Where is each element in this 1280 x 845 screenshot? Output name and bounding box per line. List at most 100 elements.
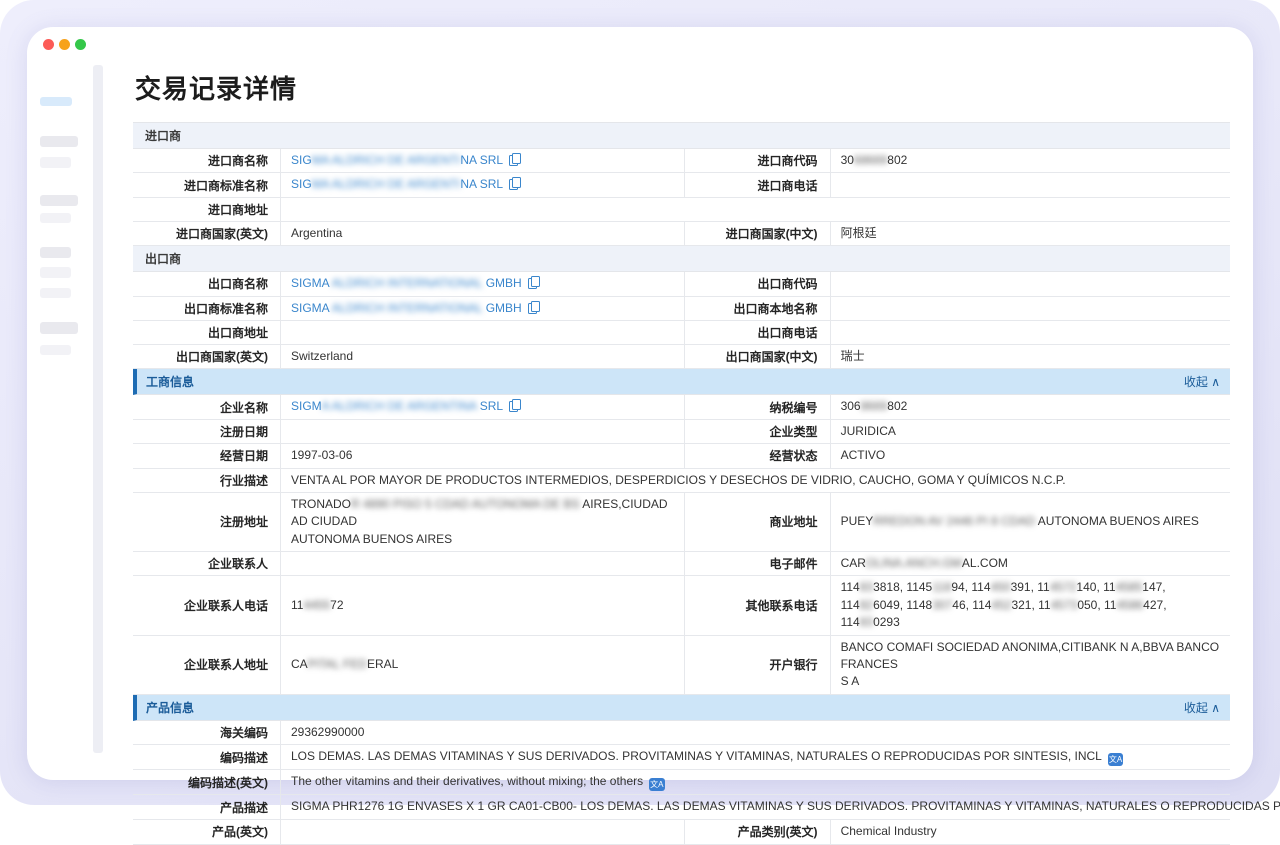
text-segment: Argentina [291, 226, 342, 240]
text-segment: The other vitamins and their derivatives… [291, 774, 643, 788]
text-segment: AUTONOMA BUENOS AIRES [1035, 514, 1199, 528]
table-row: 经营日期1997-03-06经营状态ACTIVO [133, 444, 1230, 468]
section-header-product: 产品信息收起 ∧ [133, 695, 1230, 721]
text-segment: LOS DEMAS. LAS DEMAS VITAMINAS Y SUS DER… [291, 749, 1102, 763]
redacted-text: ALDRICH INTERNATIONAL [329, 301, 486, 315]
sidebar-skeleton-bar [40, 288, 71, 298]
redacted-text: 4586 [1116, 598, 1143, 612]
field-value: SIGMA ALDRICH DE ARGENTINA SRL [280, 149, 684, 172]
company-link[interactable]: SIGMA ALDRICH INTERNATIONAL GMBH [291, 275, 540, 292]
redacted-text: ALDRICH INTERNATIONAL [329, 276, 486, 290]
field-label: 产品描述 [133, 795, 280, 819]
text-segment: 30 [841, 153, 854, 167]
field-label: 海关编码 [133, 721, 280, 744]
collapse-button-product[interactable]: 收起 ∧ [1184, 699, 1220, 716]
text-segment: 140, 11 [1076, 580, 1115, 594]
table-row: 产品(英文)产品类别(英文)Chemical Industry [133, 820, 1230, 844]
table-row: 出口商名称SIGMA ALDRICH INTERNATIONAL GMBH出口商… [133, 272, 1230, 296]
copy-icon[interactable] [528, 301, 540, 314]
redacted-text: 83 [860, 580, 873, 594]
table-row: 注册日期 企业类型 JURIDICA [133, 420, 1230, 444]
sidebar-skeleton-bar [40, 136, 78, 147]
text-segment: 147, [1142, 580, 1165, 594]
text-segment: 802 [887, 399, 907, 413]
copy-icon[interactable] [509, 177, 521, 190]
table-row: 企业联系人地址CAPITAL FEDERAL开户银行BANCO COMAFI S… [133, 636, 1230, 695]
field-value [830, 297, 1230, 320]
field-label: 经营日期 [133, 444, 280, 467]
text-segment: AUTONOMA BUENOS AIRES [291, 532, 452, 546]
text-segment: 6049, 1148 [873, 598, 932, 612]
text-segment: TRONADO [291, 497, 351, 511]
text-segment: SIGMA [291, 301, 329, 315]
translate-icon[interactable]: 文A [649, 778, 664, 791]
sidebar [27, 27, 93, 780]
field-value: BANCO COMAFI SOCIEDAD ANONIMA,CITIBANK N… [830, 636, 1230, 694]
table-row: 编码描述 LOS DEMAS. LAS DEMAS VITAMINAS Y SUS… [133, 745, 1230, 770]
field-label: 产品类别(英文) [684, 820, 830, 843]
section-title: 工商信息 [146, 373, 194, 390]
text-segment: 391, 11 [1011, 580, 1050, 594]
text-segment: 427, [1143, 598, 1166, 612]
text-segment: Chemical Industry [841, 824, 937, 838]
table-row: 进口商标准名称SIGMA ALDRICH DE ARGENTINA SRL进口商… [133, 173, 1230, 197]
table-row: 出口商地址出口商电话 [133, 321, 1230, 345]
collapse-button-business[interactable]: 收起 ∧ [1184, 373, 1220, 390]
field-label: 企业类型 [684, 420, 830, 443]
copy-icon[interactable] [509, 399, 521, 412]
sidebar-divider [93, 65, 103, 753]
text-segment: 050, 11 [1077, 598, 1116, 612]
table-row: 行业描述VENTA AL POR MAYOR DE PRODUCTOS INTE… [133, 469, 1230, 493]
field-value: 3068669802 [830, 149, 1230, 172]
company-link[interactable]: SIGMA ALDRICH INTERNATIONAL GMBH [291, 300, 540, 317]
text-segment: ACTIVO [841, 448, 886, 462]
copy-icon[interactable] [528, 276, 540, 289]
text-segment: 321, 11 [1011, 598, 1050, 612]
redacted-text: 83 [860, 615, 873, 629]
sidebar-skeleton-bar [40, 97, 72, 106]
text-segment: SIG [291, 177, 312, 191]
field-value: 11445572 [280, 576, 684, 634]
field-label: 企业联系人地址 [133, 636, 280, 694]
field-value: PUEYRREDON AV 2446 PI 8 CDAD AUTONOMA BU… [830, 493, 1230, 551]
sidebar-skeleton-bar [40, 345, 71, 355]
copy-icon[interactable] [509, 153, 521, 166]
text-segment: JURIDICA [841, 424, 896, 438]
text-segment: 46, 114 [952, 598, 991, 612]
translate-icon[interactable]: 文A [1108, 753, 1123, 766]
redacted-text: 118 [932, 580, 951, 594]
section-title: 出口商 [145, 250, 181, 267]
company-link[interactable]: SIGMA ALDRICH DE ARGENTINA SRL [291, 398, 521, 415]
field-label: 进口商国家(英文) [133, 222, 280, 245]
field-label: 出口商电话 [684, 321, 830, 344]
field-label: 其他联系电话 [684, 576, 830, 634]
field-value: SIGMA ALDRICH DE ARGENTINA SRL [280, 395, 684, 418]
field-label: 注册日期 [133, 420, 280, 443]
field-label: 进口商代码 [684, 149, 830, 172]
field-label: 纳税编号 [684, 395, 830, 418]
field-label: 出口商名称 [133, 272, 280, 295]
text-segment: 802 [887, 153, 907, 167]
text-segment: 114 [841, 598, 860, 612]
field-value: 114833818, 114511894, 114450391, 1145721… [830, 576, 1230, 634]
text-segment: 306 [841, 399, 861, 413]
company-link[interactable]: SIGMA ALDRICH DE ARGENTINA SRL [291, 176, 521, 193]
text-segment: SIG [291, 153, 312, 167]
table-row: 编码描述(英文)The other vitamins and their der… [133, 770, 1230, 795]
redacted-text: MA ALDRICH DE ARGENTI [312, 177, 461, 191]
field-value [280, 420, 684, 443]
table-row: 企业联系人电子邮件CAROLINA.ANCH.GMAL.COM [133, 552, 1230, 576]
company-link[interactable]: SIGMA ALDRICH DE ARGENTINA SRL [291, 152, 521, 169]
redacted-text: RREDON AV 2446 PI 8 CDAD [873, 514, 1035, 528]
page-title: 交易记录详情 [135, 69, 1230, 106]
field-label: 编码描述 [133, 745, 280, 769]
table-row: 注册地址TRONADOR 4890 PISO 5 CDAD AUTONOMA D… [133, 493, 1230, 552]
table-row: 企业名称SIGMA ALDRICH DE ARGENTINA SRL纳税编号30… [133, 395, 1230, 419]
field-value [280, 820, 684, 843]
field-label: 开户银行 [684, 636, 830, 694]
text-segment: PUEY [841, 514, 874, 528]
table-row: 海关编码29362990000 [133, 721, 1230, 745]
text-segment: 114 [841, 615, 860, 629]
text-segment: SIGMA [291, 276, 329, 290]
text-segment: VENTA AL POR MAYOR DE PRODUCTOS INTERMED… [291, 473, 1066, 487]
